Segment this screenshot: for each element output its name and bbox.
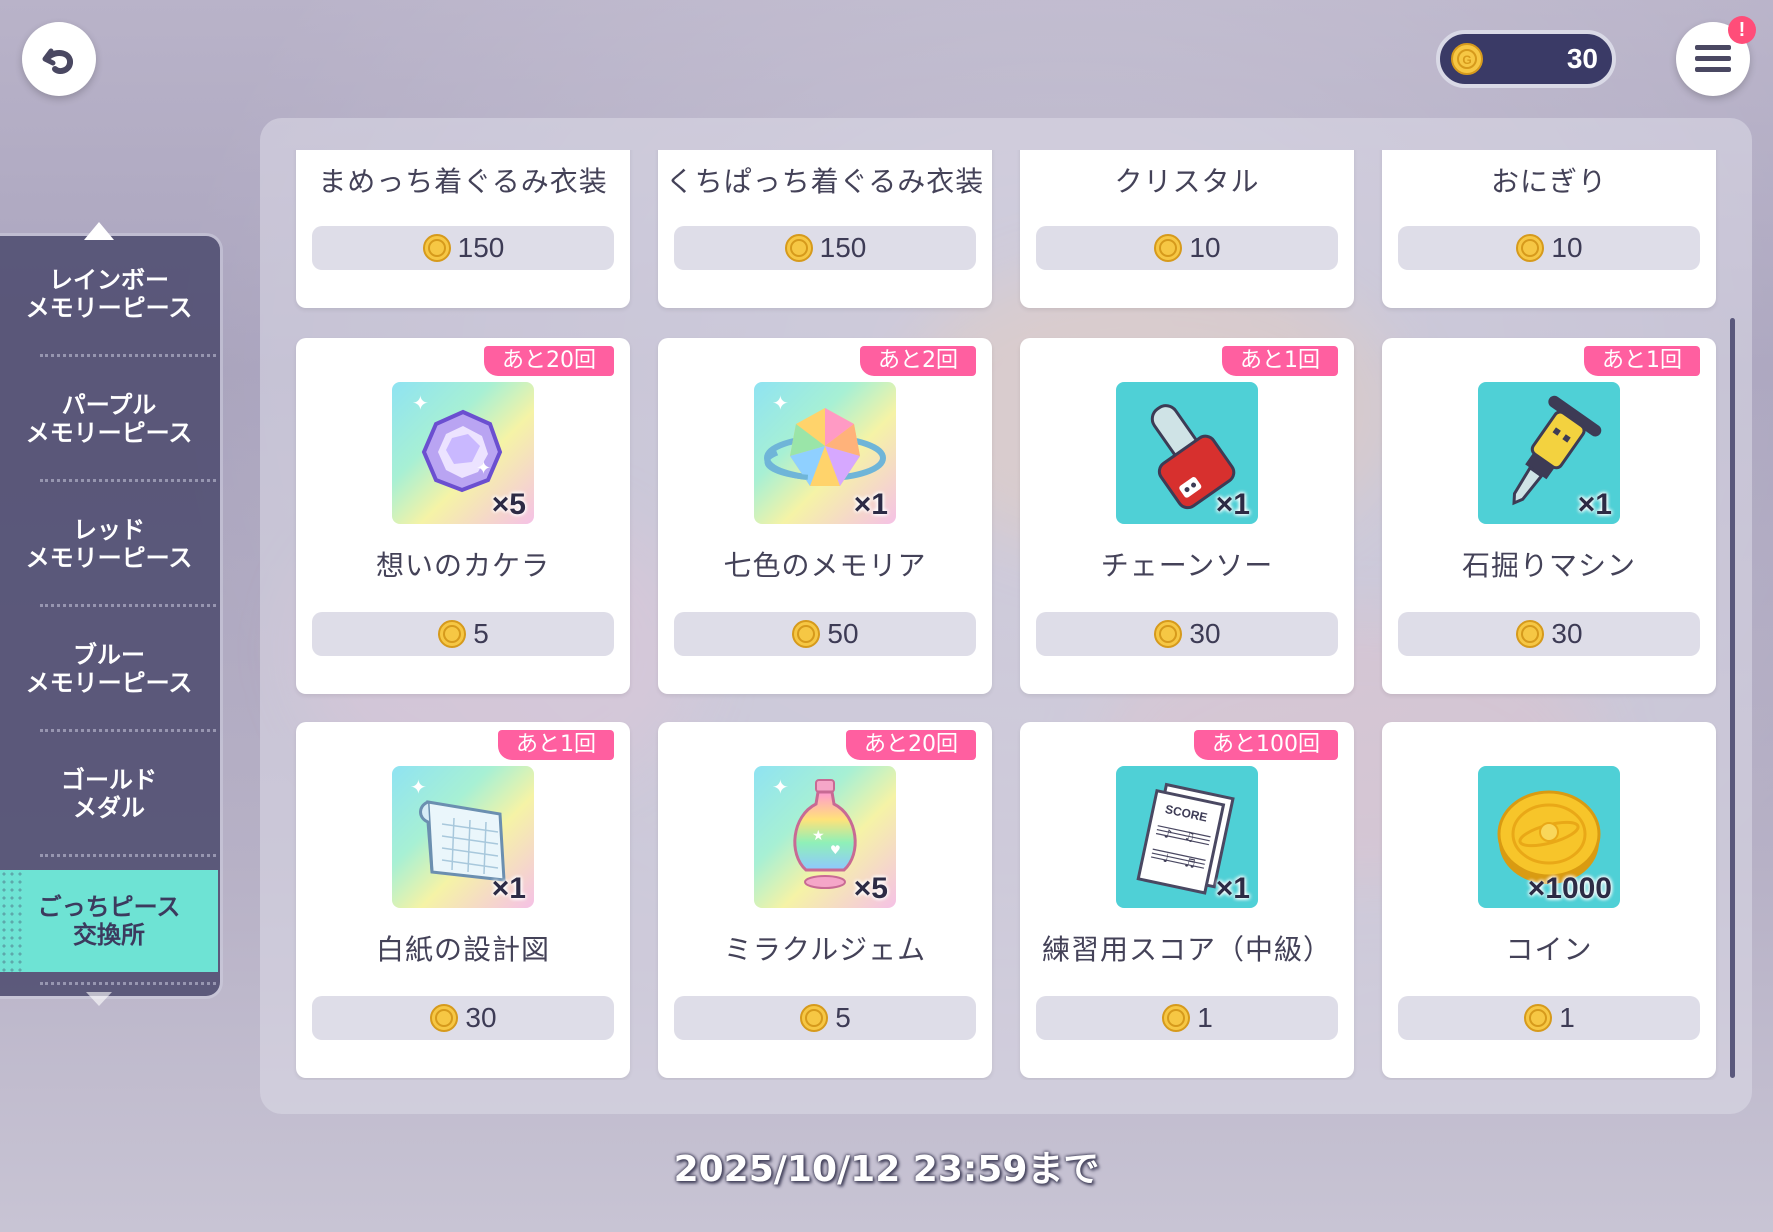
item-quantity: ×1 [853, 488, 888, 521]
remaining-badge: あと1回 [1222, 346, 1338, 376]
price-button[interactable]: 150 [312, 226, 614, 270]
shop-item-card[interactable]: あと1回 ×1 石掘りマシン 30 [1382, 338, 1716, 694]
item-name: おにぎり [1490, 165, 1607, 198]
price-button[interactable]: 10 [1398, 226, 1700, 270]
svg-text:✦: ✦ [772, 391, 789, 415]
item-name: 石掘りマシン [1461, 549, 1636, 582]
item-thumbnail: ✦ ✦ ×5 [392, 382, 534, 524]
item-quantity: ×1 [1577, 488, 1612, 521]
item-quantity: ×5 [491, 488, 526, 521]
item-name: チェーンソー [1100, 549, 1274, 582]
svg-text:♥: ♥ [830, 843, 841, 857]
gotchi-coin-icon [1154, 234, 1183, 262]
back-button[interactable] [22, 22, 96, 96]
item-name: まめっち着ぐるみ衣装 [318, 165, 608, 198]
exchange-deadline: 2025/10/12 23:59まで [673, 1149, 1100, 1190]
svg-text:✦: ✦ [412, 391, 429, 415]
item-name: ミラクルジェム [723, 933, 927, 966]
item-name: コイン [1505, 933, 1593, 966]
remaining-badge: あと1回 [498, 730, 614, 760]
item-name: クリスタル [1114, 165, 1260, 198]
shop-item-card[interactable]: あと1回 ×1 チェーンソー 30 [1020, 338, 1354, 694]
gotchi-coin-icon [438, 620, 467, 648]
price-button[interactable]: 50 [674, 612, 976, 656]
item-thumbnail: ✦ ×1 [392, 766, 534, 908]
sidebar-item-purple-memory-piece[interactable]: パープル メモリーピース [0, 357, 218, 481]
item-thumbnail: SCORE ♪ ♫ ♩ ♬ ×1 [1116, 766, 1258, 908]
gotchi-coin-icon [800, 1004, 829, 1032]
item-quantity: ×5 [853, 872, 888, 905]
sidebar-item-gotchi-piece-exchange[interactable]: ごっちピース 交換所 [0, 870, 218, 972]
price-button[interactable]: 10 [1036, 226, 1338, 270]
gotchi-coin-icon [1154, 620, 1183, 648]
sidebar-item-gold-medal[interactable]: ゴールド メダル [0, 732, 218, 856]
sidebar-divider [40, 854, 216, 857]
shop-item-card[interactable]: まめっち着ぐるみ衣装 150 [296, 150, 630, 308]
gotchi-coin-icon [1162, 1004, 1191, 1032]
shop-item-card[interactable]: あと2回 ✦ ×1 七色のメモリア 50 [658, 338, 992, 694]
remaining-badge: あと20回 [484, 346, 614, 376]
price-button[interactable]: 5 [674, 996, 976, 1040]
shop-item-card[interactable]: あと1回 ✦ ×1 白紙の設計図 30 [296, 722, 630, 1078]
grid-scrollbar[interactable] [1730, 318, 1735, 1078]
svg-text:G: G [1462, 53, 1471, 67]
gotchi-coin-icon [784, 234, 813, 262]
item-name: 想いのカケラ [375, 549, 550, 582]
remaining-badge: あと100回 [1194, 730, 1338, 760]
shop-item-card[interactable]: くちぱっち着ぐるみ衣装 150 [658, 150, 992, 308]
gotchi-coin-icon [792, 620, 821, 648]
item-thumbnail: ✦ ★ ♥ ×5 [754, 766, 896, 908]
sidebar-item-rainbow-memory-piece[interactable]: レインボー メモリーピース [0, 232, 218, 356]
remaining-badge: あと2回 [860, 346, 976, 376]
gotchi-coin-icon [422, 234, 451, 262]
item-name: 練習用スコア（中級） [1041, 933, 1332, 966]
notification-badge: ! [1728, 16, 1756, 44]
shop-item-card[interactable]: おにぎり 10 [1382, 150, 1716, 308]
item-quantity: ×1 [491, 872, 526, 905]
price-button[interactable]: 1 [1036, 996, 1338, 1040]
item-name: くちぱっち着ぐるみ衣装 [665, 165, 985, 198]
price-button[interactable]: 1 [1398, 996, 1700, 1040]
hamburger-icon [1695, 45, 1731, 72]
item-quantity: ×1000 [1527, 872, 1612, 905]
item-thumbnail: ✦ ×1 [754, 382, 896, 524]
shop-item-card[interactable]: あと20回 ✦ ★ ♥ ×5 ミラクルジェム 5 [658, 722, 992, 1078]
sidebar-item-red-memory-piece[interactable]: レッド メモリーピース [0, 482, 218, 606]
gotchi-coin-icon [430, 1004, 459, 1032]
gotchi-coin-icon: G [1451, 43, 1483, 75]
item-thumbnail: ×1 [1116, 382, 1258, 524]
price-button[interactable]: 30 [312, 996, 614, 1040]
shop-item-card[interactable]: クリスタル 10 [1020, 150, 1354, 308]
remaining-badge: あと20回 [846, 730, 976, 760]
shop-item-card[interactable]: あと100回 SCORE ♪ ♫ ♩ ♬ ×1 練習用スコア（中級） 1 [1020, 722, 1354, 1078]
svg-text:✦: ✦ [772, 775, 789, 799]
coin-counter: G 30 [1436, 30, 1616, 88]
svg-text:★: ★ [812, 828, 825, 844]
item-name: 白紙の設計図 [375, 933, 550, 966]
shop-item-card[interactable]: あと20回 ✦ ✦ ×5 想いのカケラ 5 [296, 338, 630, 694]
coin-count: 30 [1566, 43, 1598, 74]
back-arrow-icon [42, 48, 73, 74]
item-name: 七色のメモリア [723, 549, 927, 582]
gotchi-coin-icon [1516, 620, 1545, 648]
price-button[interactable]: 30 [1398, 612, 1700, 656]
item-quantity: ×1 [1215, 488, 1250, 521]
price-button[interactable]: 5 [312, 612, 614, 656]
price-button[interactable]: 30 [1036, 612, 1338, 656]
gotchi-coin-icon [1516, 234, 1545, 262]
gotchi-coin-icon [1524, 1004, 1553, 1032]
item-thumbnail: ×1000 [1478, 766, 1620, 908]
shop-item-card[interactable]: ×1000 コイン 1 [1382, 722, 1716, 1078]
item-thumbnail: ×1 [1478, 382, 1620, 524]
sidebar-item-blue-memory-piece[interactable]: ブルー メモリーピース [0, 607, 218, 731]
scroll-down-arrow-icon[interactable] [86, 992, 112, 1006]
price-button[interactable]: 150 [674, 226, 976, 270]
remaining-badge: あと1回 [1584, 346, 1700, 376]
svg-text:✦: ✦ [476, 458, 491, 479]
svg-text:✦: ✦ [410, 775, 427, 799]
shop-item-grid: まめっち着ぐるみ衣装 150 くちぱっち着ぐるみ衣装 150 クリスタル 10 … [280, 150, 1740, 1080]
item-quantity: ×1 [1215, 872, 1250, 905]
sidebar-divider [40, 982, 216, 985]
